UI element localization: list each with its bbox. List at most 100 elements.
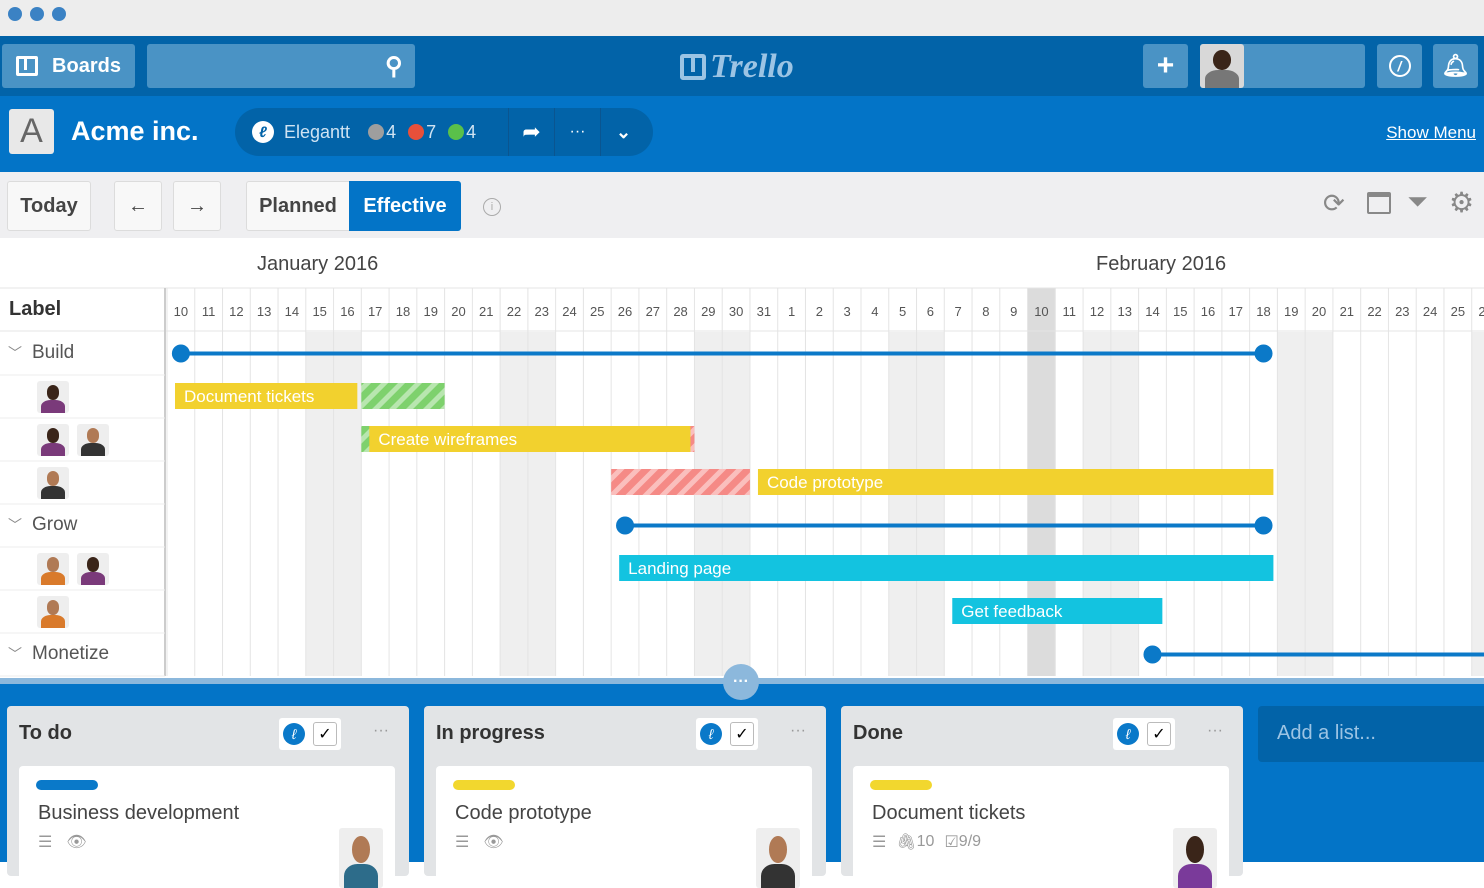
card[interactable]: Business development ☰ 👁︎ (19, 766, 395, 888)
user-avatar (1200, 44, 1244, 88)
assignee-avatar[interactable] (77, 424, 109, 456)
card-member-avatar[interactable] (1173, 828, 1217, 888)
info-icon[interactable]: i (483, 198, 501, 216)
description-icon: ☰ (455, 834, 470, 851)
close-window-button[interactable] (8, 7, 22, 21)
calendar-icon[interactable] (1367, 192, 1391, 214)
info-icon: / (1388, 55, 1411, 77)
checkbox-icon[interactable]: ✓ (1147, 722, 1171, 746)
card[interactable]: Code prototype ☰ 👁︎ (436, 766, 812, 888)
day-tick-label: 18 (396, 304, 410, 319)
card-title: Document tickets (872, 802, 1026, 824)
chevron-down-icon[interactable]: ﹀ (8, 515, 22, 535)
search-input[interactable]: ⚲ (147, 44, 415, 88)
day-tick-label: 1 (788, 304, 795, 319)
next-button[interactable]: → (173, 181, 221, 231)
add-button[interactable]: + (1143, 44, 1188, 88)
filter-icon[interactable]: ⏷ (1407, 186, 1428, 218)
trello-logo[interactable]: Trello (680, 48, 794, 86)
elegantt-icon[interactable]: ℓ (1117, 723, 1139, 745)
assignee-avatar[interactable] (37, 424, 69, 456)
list-menu-icon[interactable]: ··· (1207, 722, 1223, 740)
assignee-avatar[interactable] (77, 553, 109, 585)
card-member-avatar[interactable] (756, 828, 800, 888)
list-menu-icon[interactable]: ··· (373, 722, 389, 740)
member-menu-button[interactable] (1200, 44, 1365, 88)
elegantt-label[interactable]: Elegantt (284, 122, 350, 143)
day-tick-label: 13 (257, 304, 271, 319)
day-tick-label: 10 (174, 304, 188, 319)
weekend-column (888, 332, 917, 676)
delay-bar[interactable] (611, 469, 750, 495)
checkbox-icon[interactable]: ✓ (313, 722, 337, 746)
day-tick-label: 19 (423, 304, 437, 319)
card-label (453, 780, 515, 790)
previous-button[interactable]: ← (114, 181, 162, 231)
card-member-avatar[interactable] (339, 828, 383, 888)
weekend-column (694, 332, 723, 676)
resize-handle[interactable]: ··· (723, 664, 759, 700)
attachment-count: 10 (916, 833, 935, 850)
day-tick-label: 15 (312, 304, 326, 319)
card[interactable]: Document tickets ☰ 🖇︎ 10 ☑ 9/9 (853, 766, 1229, 888)
board-title[interactable]: Acme inc. (71, 116, 199, 147)
boards-button[interactable]: Boards (2, 44, 135, 88)
weekend-column (1277, 332, 1306, 676)
chevron-down-icon[interactable]: ﹀ (8, 343, 22, 363)
day-tick-label: 20 (451, 304, 465, 319)
arrow-right-icon: → (187, 194, 207, 217)
group-row-monetize[interactable]: ﹀ Monetize (8, 643, 109, 665)
chevron-down-icon[interactable]: ﹀ (8, 644, 22, 664)
show-menu-link[interactable]: Show Menu (1386, 123, 1476, 143)
list-menu-icon[interactable]: ··· (790, 722, 806, 740)
list-to-do: To do ℓ ✓ ··· Business development ☰ 👁︎ (7, 706, 409, 888)
day-tick-label: 27 (646, 304, 660, 319)
assignee-avatar[interactable] (37, 596, 69, 628)
more-button[interactable]: ··· (554, 108, 600, 156)
list-in-progress: In progress ℓ ✓ ··· Code prototype ☰ 👁︎ (424, 706, 826, 888)
elegantt-icon: ℓ (252, 121, 274, 143)
info-button[interactable]: / (1377, 44, 1422, 88)
day-tick-label: 18 (1256, 304, 1270, 319)
elegantt-icon[interactable]: ℓ (700, 723, 722, 745)
list-done: Done ℓ ✓ ··· Document tickets ☰ 🖇︎ 10 ☑ 9/9 (841, 706, 1243, 888)
weekend-column (527, 332, 556, 676)
day-tick-label: 29 (701, 304, 715, 319)
elegantt-icon[interactable]: ℓ (283, 723, 305, 745)
list-title[interactable]: In progress (436, 722, 545, 745)
group-row-build[interactable]: ﹀ Build (8, 342, 74, 364)
collapse-chevron-icon[interactable]: ⌄ (600, 108, 646, 156)
logo-text: Trello (710, 48, 794, 85)
assignee-avatar[interactable] (37, 553, 69, 585)
task-bar-label: Create wireframes (378, 430, 517, 449)
settings-gear-icon[interactable]: ⚙ (1449, 186, 1474, 219)
minimize-window-button[interactable] (30, 7, 44, 21)
list-title[interactable]: Done (853, 722, 903, 745)
assignee-avatar[interactable] (37, 467, 69, 499)
day-tick-label: 11 (1062, 304, 1076, 319)
share-button[interactable]: ➦ (508, 108, 554, 156)
add-list-button[interactable]: Add a list... (1258, 706, 1484, 762)
effective-toggle[interactable]: Effective (349, 181, 461, 231)
gray-dot-icon (368, 124, 385, 140)
day-tick-label: 17 (368, 304, 382, 319)
checkbox-icon[interactable]: ✓ (730, 722, 754, 746)
today-button[interactable]: Today (7, 181, 91, 231)
maximize-window-button[interactable] (52, 7, 66, 21)
assignee-avatar[interactable] (37, 381, 69, 413)
board-header: A Acme inc. ℓ Elegantt 4 7 4 ➦ ··· ⌄ Sho… (0, 96, 1484, 172)
delay-bar[interactable] (361, 383, 445, 409)
day-tick-label: 21 (479, 304, 493, 319)
notifications-button[interactable]: 🔔︎ (1433, 44, 1478, 88)
weekend-column (1110, 332, 1139, 676)
weekend-column (916, 332, 945, 676)
refresh-icon[interactable]: ⟳ (1323, 188, 1345, 219)
group-row-grow[interactable]: ﹀ Grow (8, 514, 77, 536)
day-tick-label: 31 (757, 304, 771, 319)
day-tick-label: 22 (1367, 304, 1381, 319)
boards-label: Boards (52, 54, 121, 77)
list-title[interactable]: To do (19, 722, 72, 745)
day-tick-label: 9 (1010, 304, 1017, 319)
team-avatar[interactable]: A (9, 109, 54, 154)
planned-toggle[interactable]: Planned (246, 181, 350, 231)
